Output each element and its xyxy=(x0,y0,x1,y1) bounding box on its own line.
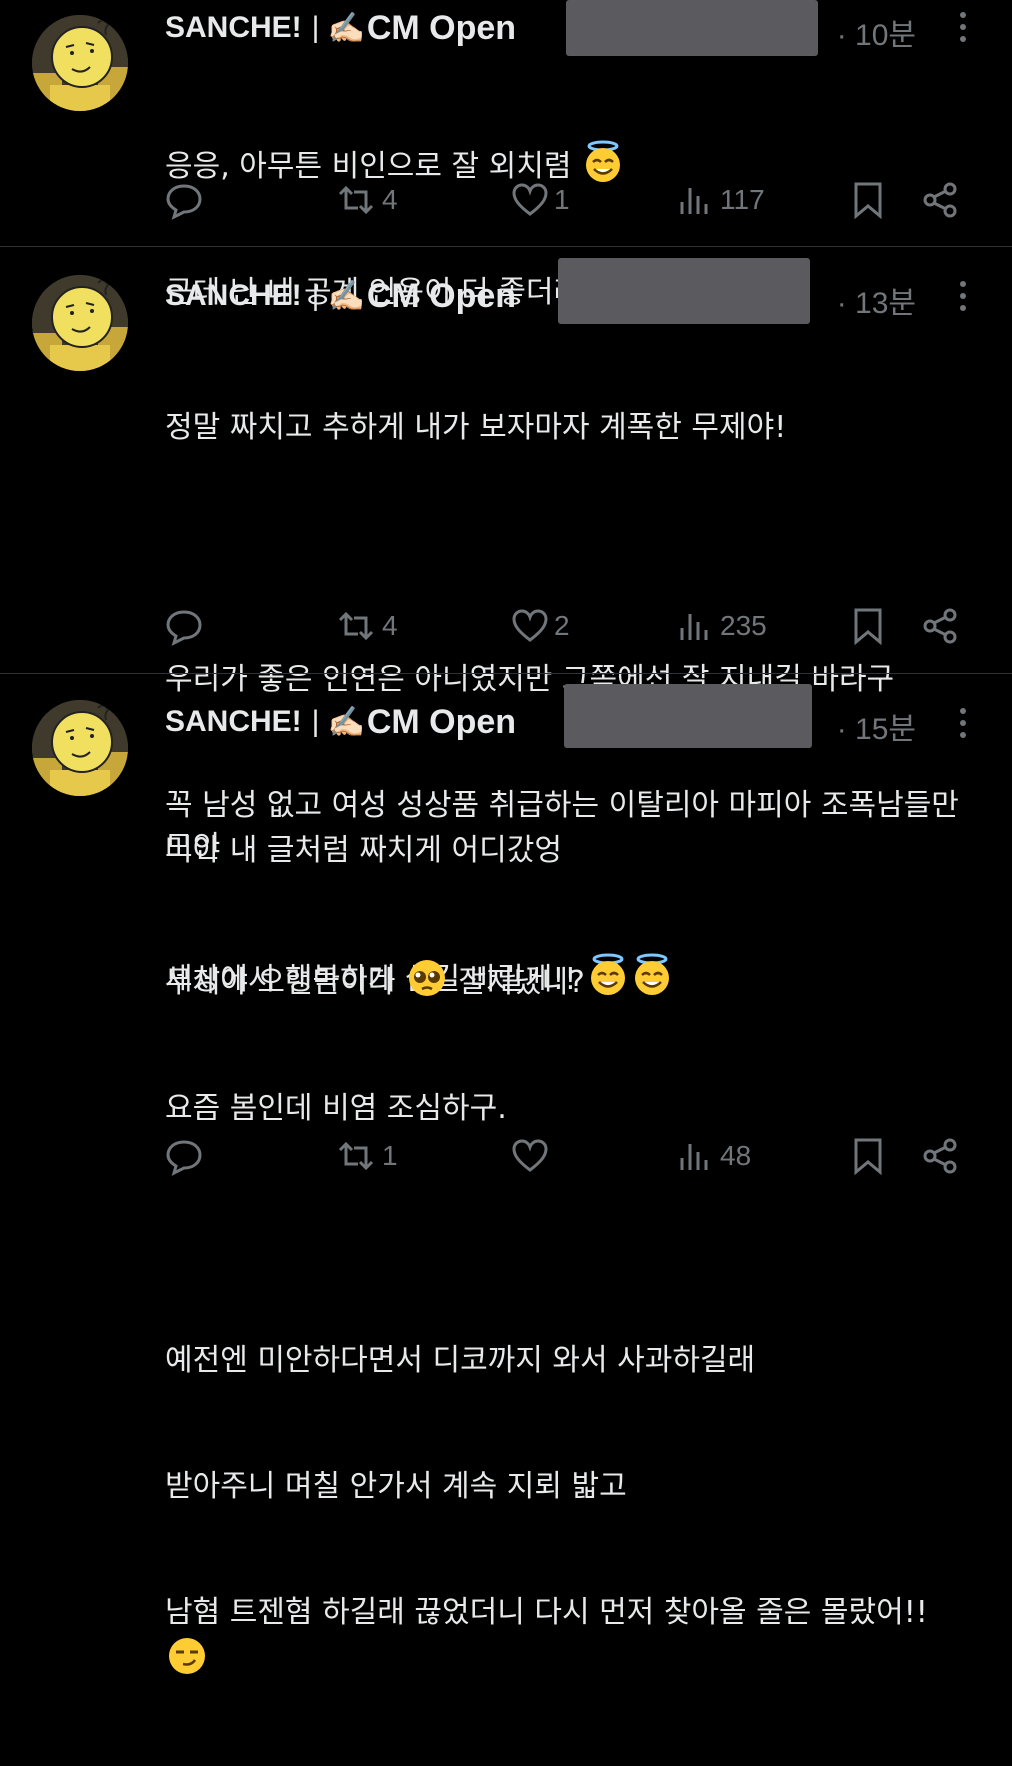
bookmark-icon xyxy=(854,1138,882,1176)
like-icon xyxy=(512,1139,548,1172)
retweet-icon xyxy=(338,1141,374,1171)
retweet-icon xyxy=(338,185,374,215)
display-name[interactable]: SANCHE! xyxy=(165,279,302,313)
name-separator: | xyxy=(311,279,320,312)
reply-button[interactable] xyxy=(164,606,204,646)
bookmark-icon xyxy=(854,608,882,646)
name-separator: | xyxy=(311,11,320,44)
share-icon xyxy=(923,608,957,644)
views-count: 117 xyxy=(720,184,765,215)
redacted-handle xyxy=(566,0,818,56)
more-icon[interactable] xyxy=(960,12,968,48)
retweet-button[interactable]: 4 xyxy=(334,606,398,646)
tweet[interactable]: SANCHE! | ✍🏻 CM Open · 10분 응응, 아무튼 비인으로 … xyxy=(0,0,1012,310)
writing-hand-emoji: ✍🏻 xyxy=(327,10,365,46)
reply-icon xyxy=(166,184,202,220)
tweet-line: 무제야 오랜만이다 잘지냈니? xyxy=(165,956,972,1004)
timestamp[interactable]: · 10분 xyxy=(837,10,916,54)
action-bar: 4 2 235 xyxy=(0,606,1012,650)
retweet-count: 4 xyxy=(382,610,398,641)
views-button[interactable]: 235 xyxy=(676,606,767,646)
share-button[interactable] xyxy=(920,180,960,220)
reply-icon xyxy=(166,610,202,646)
reply-icon xyxy=(166,1140,202,1176)
tweet-line: 요즘 봄인데 비염 조심하구. xyxy=(165,1091,507,1126)
retweet-button[interactable]: 1 xyxy=(334,1136,398,1176)
like-button[interactable]: 2 xyxy=(510,606,570,646)
views-icon xyxy=(680,188,708,214)
cm-open-label: CM Open xyxy=(366,702,517,741)
halo-smile-emoji xyxy=(581,140,625,184)
share-icon xyxy=(923,182,957,218)
tweet-line: 머야 내 글처럼 짜치게 어디갔엉 xyxy=(165,833,562,868)
views-button[interactable]: 117 xyxy=(676,180,765,220)
tweet[interactable]: SANCHE! | ✍🏻 CM Open · 13분 정말 짜치고 추하게 내가… xyxy=(0,247,1012,997)
action-bar: 1 48 xyxy=(0,1136,1012,1180)
tweet-line: 예전엔 미안하다면서 디코까지 와서 사과하길래 xyxy=(165,1343,756,1378)
cm-open-label: CM Open xyxy=(366,8,517,47)
views-icon xyxy=(680,1144,708,1170)
share-button[interactable] xyxy=(920,606,960,646)
pleading-emoji xyxy=(405,956,449,1000)
reply-button[interactable] xyxy=(164,1136,204,1176)
bookmark-button[interactable] xyxy=(850,180,886,220)
timestamp[interactable]: · 13분 xyxy=(837,278,916,322)
tweet-line: 정말 짜치고 추하게 내가 보자마자 계폭한 무제야! xyxy=(165,410,787,445)
timestamp[interactable]: · 15분 xyxy=(837,704,916,748)
redacted-handle xyxy=(564,684,812,748)
like-button[interactable]: 1 xyxy=(510,180,570,220)
like-count: 1 xyxy=(554,184,570,215)
views-count: 235 xyxy=(720,610,767,641)
tweet-line: 받아주니 며칠 안가서 계속 지뢰 밟고 xyxy=(165,1469,627,1504)
bookmark-icon xyxy=(854,182,882,220)
more-icon[interactable] xyxy=(960,708,968,744)
tweet-line xyxy=(165,533,972,575)
like-count: 2 xyxy=(554,610,570,641)
writing-hand-emoji: ✍🏻 xyxy=(327,278,365,314)
tweet-text: 머야 내 글처럼 짜치게 어디갔엉 무제야 오랜만이다 잘지냈니? 요즘 봄인데… xyxy=(165,746,972,1766)
retweet-icon xyxy=(338,611,374,641)
like-icon xyxy=(512,183,548,216)
retweet-button[interactable]: 4 xyxy=(334,180,398,220)
writing-hand-emoji: ✍🏻 xyxy=(327,704,365,740)
views-count: 48 xyxy=(720,1140,752,1171)
avatar[interactable] xyxy=(32,15,128,111)
reply-button[interactable] xyxy=(164,180,204,220)
like-button[interactable] xyxy=(510,1136,554,1176)
avatar[interactable] xyxy=(32,275,128,371)
tweet-line xyxy=(165,1214,972,1256)
redacted-handle xyxy=(558,258,810,324)
name-separator: | xyxy=(311,705,320,738)
retweet-count: 1 xyxy=(382,1140,398,1171)
retweet-count: 4 xyxy=(382,184,398,215)
views-button[interactable]: 48 xyxy=(676,1136,751,1176)
share-icon xyxy=(923,1138,957,1174)
display-name[interactable]: SANCHE! xyxy=(165,705,302,739)
avatar[interactable] xyxy=(32,700,128,796)
share-button[interactable] xyxy=(920,1136,960,1176)
like-icon xyxy=(512,609,548,642)
tweet[interactable]: SANCHE! | ✍🏻 CM Open · 15분 머야 내 글처럼 짜치게 … xyxy=(0,674,1012,1200)
bookmark-button[interactable] xyxy=(850,1136,886,1176)
action-bar: 4 1 117 xyxy=(0,180,1012,224)
views-icon xyxy=(680,614,708,640)
display-name[interactable]: SANCHE! xyxy=(165,11,302,45)
cm-open-label: CM Open xyxy=(366,276,517,315)
smirk-emoji xyxy=(165,1634,209,1678)
bookmark-button[interactable] xyxy=(850,606,886,646)
more-icon[interactable] xyxy=(960,281,968,317)
tweet-line: 남혐 트젠혐 하길래 끊었더니 다시 먼저 찾아올 줄은 몰랐어!! xyxy=(165,1592,972,1682)
